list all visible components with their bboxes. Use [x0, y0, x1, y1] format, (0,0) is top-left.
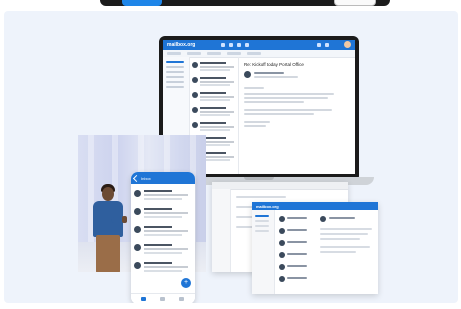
- reading-pane: Re: Kickoff today Portal Office: [239, 57, 355, 174]
- phone: Inbox +: [131, 172, 195, 303]
- list-item[interactable]: [192, 60, 236, 74]
- nav-mail-icon[interactable]: [141, 297, 146, 301]
- list-item[interactable]: [287, 241, 307, 243]
- text-line: [244, 125, 266, 127]
- list-item[interactable]: [134, 260, 192, 277]
- sender-name: [254, 72, 284, 74]
- text-line: [244, 109, 332, 111]
- folder-item[interactable]: [166, 61, 184, 63]
- files-icon[interactable]: [245, 43, 249, 47]
- list-avatar: [279, 264, 285, 270]
- sender-avatar: [244, 71, 251, 78]
- toolbar-item[interactable]: [247, 52, 261, 55]
- list-item[interactable]: [134, 206, 192, 223]
- list-item[interactable]: [192, 120, 236, 134]
- product-showcase: mailbox.org Re: Kickoff today Portal Off…: [4, 11, 458, 303]
- list-item[interactable]: [287, 217, 307, 219]
- folder-item[interactable]: [166, 81, 184, 83]
- text-line: [320, 238, 360, 240]
- list-item[interactable]: [134, 188, 192, 205]
- folder-item[interactable]: [166, 86, 184, 88]
- text-line: [320, 246, 370, 248]
- toolbar-item[interactable]: [207, 52, 221, 55]
- list-item[interactable]: [192, 90, 236, 104]
- text-line: [320, 228, 372, 230]
- window-sidebar: [252, 210, 275, 294]
- notification-icon[interactable]: [325, 43, 329, 47]
- folder-item[interactable]: [166, 76, 184, 78]
- nav-contacts-icon[interactable]: [179, 297, 184, 301]
- folder-item[interactable]: [166, 66, 184, 68]
- sender-avatar: [320, 216, 326, 222]
- text-line: [244, 87, 264, 89]
- email-subject: Re: Kickoff today Portal Office: [244, 62, 304, 67]
- list-item[interactable]: [287, 229, 307, 231]
- app-logo[interactable]: mailbox.org: [167, 42, 195, 48]
- avatar[interactable]: [344, 41, 351, 48]
- nav-calendar-icon[interactable]: [160, 297, 165, 301]
- sender-name: [329, 217, 355, 219]
- folder-item[interactable]: [255, 220, 269, 222]
- settings-icon[interactable]: [317, 43, 321, 47]
- plus-icon[interactable]: +: [181, 278, 191, 288]
- back-icon[interactable]: [132, 174, 141, 183]
- list-item[interactable]: [134, 242, 192, 259]
- phone-header-title: Inbox: [141, 176, 151, 181]
- toolbar-item[interactable]: [227, 52, 241, 55]
- folder-item[interactable]: [255, 225, 269, 227]
- list-item[interactable]: [134, 224, 192, 241]
- folder-item[interactable]: [255, 215, 269, 217]
- phone-header: Inbox: [131, 172, 195, 184]
- text-line: [244, 97, 328, 99]
- list-avatar: [279, 240, 285, 246]
- text-line: [320, 251, 356, 253]
- text-line: [244, 121, 270, 123]
- bottom-nav: [131, 293, 195, 303]
- list-item[interactable]: [287, 277, 307, 279]
- mail-icon[interactable]: [221, 43, 225, 47]
- toolbar-item[interactable]: [187, 52, 201, 55]
- desktop-mail-window: mailbox.org: [252, 202, 378, 294]
- text-line: [236, 196, 286, 198]
- folder-item[interactable]: [255, 230, 269, 232]
- calendar-icon[interactable]: [229, 43, 233, 47]
- list-item[interactable]: [192, 75, 236, 89]
- window-header: mailbox.org: [252, 202, 378, 210]
- list-avatar: [279, 252, 285, 258]
- top-strip: [0, 0, 461, 7]
- list-item[interactable]: [287, 265, 307, 267]
- list-avatar: [279, 228, 285, 234]
- window-logo[interactable]: mailbox.org: [256, 204, 279, 209]
- folder-item[interactable]: [166, 71, 184, 73]
- text-line: [244, 113, 314, 115]
- toolbar-item[interactable]: [167, 52, 181, 55]
- text-line: [320, 233, 368, 235]
- app-header: mailbox.org: [163, 40, 355, 50]
- sender-address: [254, 76, 298, 78]
- window-titlebar: [212, 182, 348, 190]
- blue-tab[interactable]: [122, 0, 162, 6]
- laptop-notch: [244, 177, 274, 180]
- list-avatar: [279, 276, 285, 282]
- list-item[interactable]: [287, 253, 307, 255]
- window-sidebar: [212, 189, 231, 272]
- list-avatar: [279, 216, 285, 222]
- contacts-icon[interactable]: [237, 43, 241, 47]
- text-line: [244, 101, 304, 103]
- outline-button[interactable]: [334, 0, 376, 6]
- list-item[interactable]: [192, 105, 236, 119]
- text-line: [244, 93, 334, 95]
